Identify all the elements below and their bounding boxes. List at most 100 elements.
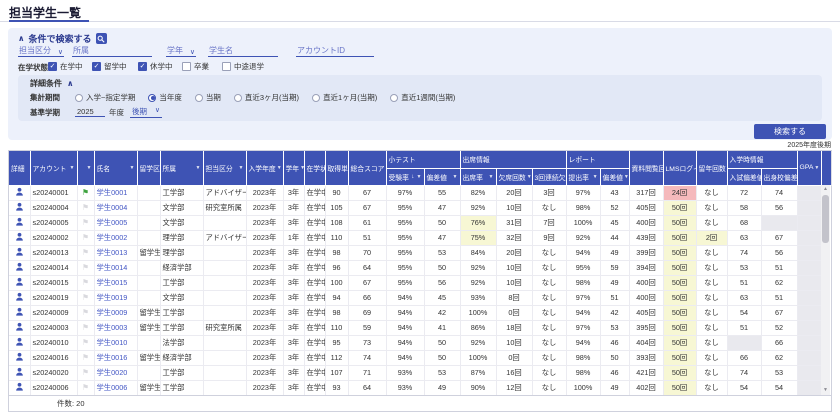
- student-name-link[interactable]: 学生0015: [97, 278, 128, 287]
- checkbox-icon[interactable]: [182, 62, 191, 71]
- funnel-filter-icon[interactable]: ▼: [70, 165, 75, 171]
- funnel-filter-icon[interactable]: ▼: [417, 174, 422, 180]
- col-header-lms[interactable]: LMSログイン▼: [663, 151, 696, 185]
- student-name-link[interactable]: 学生0001: [97, 188, 128, 197]
- funnel-filter-icon[interactable]: ▼: [300, 165, 304, 171]
- funnel-filter-icon[interactable]: ▼: [624, 174, 629, 180]
- flag-cell[interactable]: ⚑: [77, 335, 94, 350]
- flag-cell[interactable]: ⚑: [77, 245, 94, 260]
- radio-icon[interactable]: [390, 94, 398, 102]
- col-header-status[interactable]: 在学状態▼: [304, 151, 325, 185]
- flag-cell[interactable]: ⚑: [77, 380, 94, 395]
- col-header-views[interactable]: 資料閲覧回数▼: [629, 151, 663, 185]
- radio-icon[interactable]: [75, 94, 83, 102]
- period-radio-0[interactable]: 入学~指定学期: [75, 92, 135, 103]
- checkbox-icon[interactable]: ✓: [138, 62, 147, 71]
- col-header-quiz_rate[interactable]: 受験率↓▼: [386, 168, 424, 185]
- detail-button[interactable]: [9, 200, 30, 215]
- detail-button[interactable]: [9, 230, 30, 245]
- chevron-up-icon[interactable]: ∧: [67, 79, 74, 88]
- search-submit-button[interactable]: 検索する: [754, 124, 826, 139]
- flag-cell[interactable]: ⚑: [77, 200, 94, 215]
- student-name-link[interactable]: 学生0003: [97, 323, 128, 332]
- col-header-account[interactable]: アカウント▼: [30, 151, 77, 185]
- funnel-filter-icon[interactable]: ▼: [593, 174, 598, 180]
- col-header-score[interactable]: 総合スコア▼: [348, 151, 386, 185]
- detail-button[interactable]: [9, 365, 30, 380]
- col-header-name[interactable]: 氏名▼: [94, 151, 137, 185]
- role-filter-select[interactable]: 担当区分 ∨: [18, 43, 64, 57]
- flag-cell[interactable]: ⚑: [77, 230, 94, 245]
- status-checkbox-1[interactable]: ✓留学中: [92, 61, 127, 72]
- col-header-school_dev[interactable]: 出身校偏差値▼: [761, 168, 797, 185]
- col-header-gpa[interactable]: GPA▼: [797, 151, 821, 185]
- scroll-down-icon[interactable]: ▼: [821, 386, 830, 395]
- detail-button[interactable]: [9, 335, 30, 350]
- student-name-link[interactable]: 学生0010: [97, 338, 128, 347]
- funnel-filter-icon[interactable]: ▼: [527, 174, 532, 180]
- term-select[interactable]: 後期 ∨: [130, 106, 162, 118]
- account-id-input[interactable]: アカウントID: [296, 43, 374, 57]
- detail-button[interactable]: [9, 350, 30, 365]
- funnel-filter-icon[interactable]: ▼: [239, 165, 244, 171]
- period-radio-4[interactable]: 直近1ヶ月(当期): [312, 92, 377, 103]
- sort-desc-icon[interactable]: ↓: [411, 174, 414, 180]
- radio-icon[interactable]: [312, 94, 320, 102]
- flag-cell[interactable]: ⚑: [77, 185, 94, 200]
- detail-button[interactable]: [9, 305, 30, 320]
- scroll-up-icon[interactable]: ▲: [821, 185, 830, 194]
- detail-button[interactable]: [9, 185, 30, 200]
- col-header-absences[interactable]: 欠席回数▼: [496, 168, 532, 185]
- student-name-link[interactable]: 学生0020: [97, 368, 128, 377]
- radio-icon[interactable]: [234, 94, 242, 102]
- detail-button[interactable]: [9, 290, 30, 305]
- period-radio-5[interactable]: 直近1週間(当期): [390, 92, 455, 103]
- flag-cell[interactable]: ⚑: [77, 320, 94, 335]
- col-header-quiz_dev[interactable]: 偏差値▼: [424, 168, 460, 185]
- chevron-up-icon[interactable]: ∧: [18, 34, 25, 43]
- funnel-filter-icon[interactable]: ▼: [130, 165, 135, 171]
- col-header-dept[interactable]: 所属▼: [160, 151, 203, 185]
- funnel-filter-icon[interactable]: ▼: [87, 165, 92, 171]
- period-radio-1[interactable]: 当年度: [148, 92, 182, 103]
- flag-cell[interactable]: ⚑: [77, 275, 94, 290]
- student-name-link[interactable]: 学生0013: [97, 248, 128, 257]
- checkbox-icon[interactable]: ✓: [92, 62, 101, 71]
- col-header-credits[interactable]: 取得単位▼: [325, 151, 348, 185]
- col-header-grade[interactable]: 学年▼: [283, 151, 304, 185]
- detail-button[interactable]: [9, 320, 30, 335]
- scrollbar-thumb[interactable]: [822, 195, 829, 243]
- student-name-link[interactable]: 学生0006: [97, 383, 128, 392]
- col-header-abroad[interactable]: 留学区分▼: [137, 151, 160, 185]
- status-checkbox-2[interactable]: ✓休学中: [138, 61, 173, 72]
- col-header-repeat[interactable]: 留年回数▼: [696, 151, 727, 185]
- checkbox-icon[interactable]: ✓: [48, 62, 57, 71]
- col-header-admission[interactable]: 入学年度▼: [246, 151, 283, 185]
- col-header-consec[interactable]: 3回連続欠席▼: [532, 168, 566, 185]
- status-checkbox-0[interactable]: ✓在学中: [48, 61, 83, 72]
- student-name-link[interactable]: 学生0002: [97, 233, 128, 242]
- col-header-att_rate[interactable]: 出席率▼: [460, 168, 496, 185]
- student-name-link[interactable]: 学生0005: [97, 218, 128, 227]
- radio-icon[interactable]: [195, 94, 203, 102]
- radio-icon[interactable]: [148, 94, 156, 102]
- department-input[interactable]: 所属: [72, 43, 152, 57]
- flag-cell[interactable]: ⚑: [77, 260, 94, 275]
- detail-button[interactable]: [9, 380, 30, 395]
- col-header-rep_dev[interactable]: 偏差値▼: [600, 168, 629, 185]
- detail-button[interactable]: [9, 245, 30, 260]
- funnel-filter-icon[interactable]: ▼: [453, 174, 458, 180]
- col-header-flagcol[interactable]: ▼: [77, 151, 94, 185]
- student-name-link[interactable]: 学生0019: [97, 293, 128, 302]
- detail-button[interactable]: [9, 260, 30, 275]
- student-name-input[interactable]: 学生名: [208, 43, 278, 57]
- detail-button[interactable]: [9, 275, 30, 290]
- funnel-filter-icon[interactable]: ▼: [196, 165, 201, 171]
- funnel-filter-icon[interactable]: ▼: [489, 174, 494, 180]
- col-header-rep_rate[interactable]: 提出率▼: [566, 168, 600, 185]
- base-year-input[interactable]: 2025: [75, 107, 105, 117]
- checkbox-icon[interactable]: [222, 62, 231, 71]
- student-name-link[interactable]: 学生0014: [97, 263, 128, 272]
- flag-cell[interactable]: ⚑: [77, 215, 94, 230]
- grade-filter-select[interactable]: 学年 ∨: [166, 43, 196, 57]
